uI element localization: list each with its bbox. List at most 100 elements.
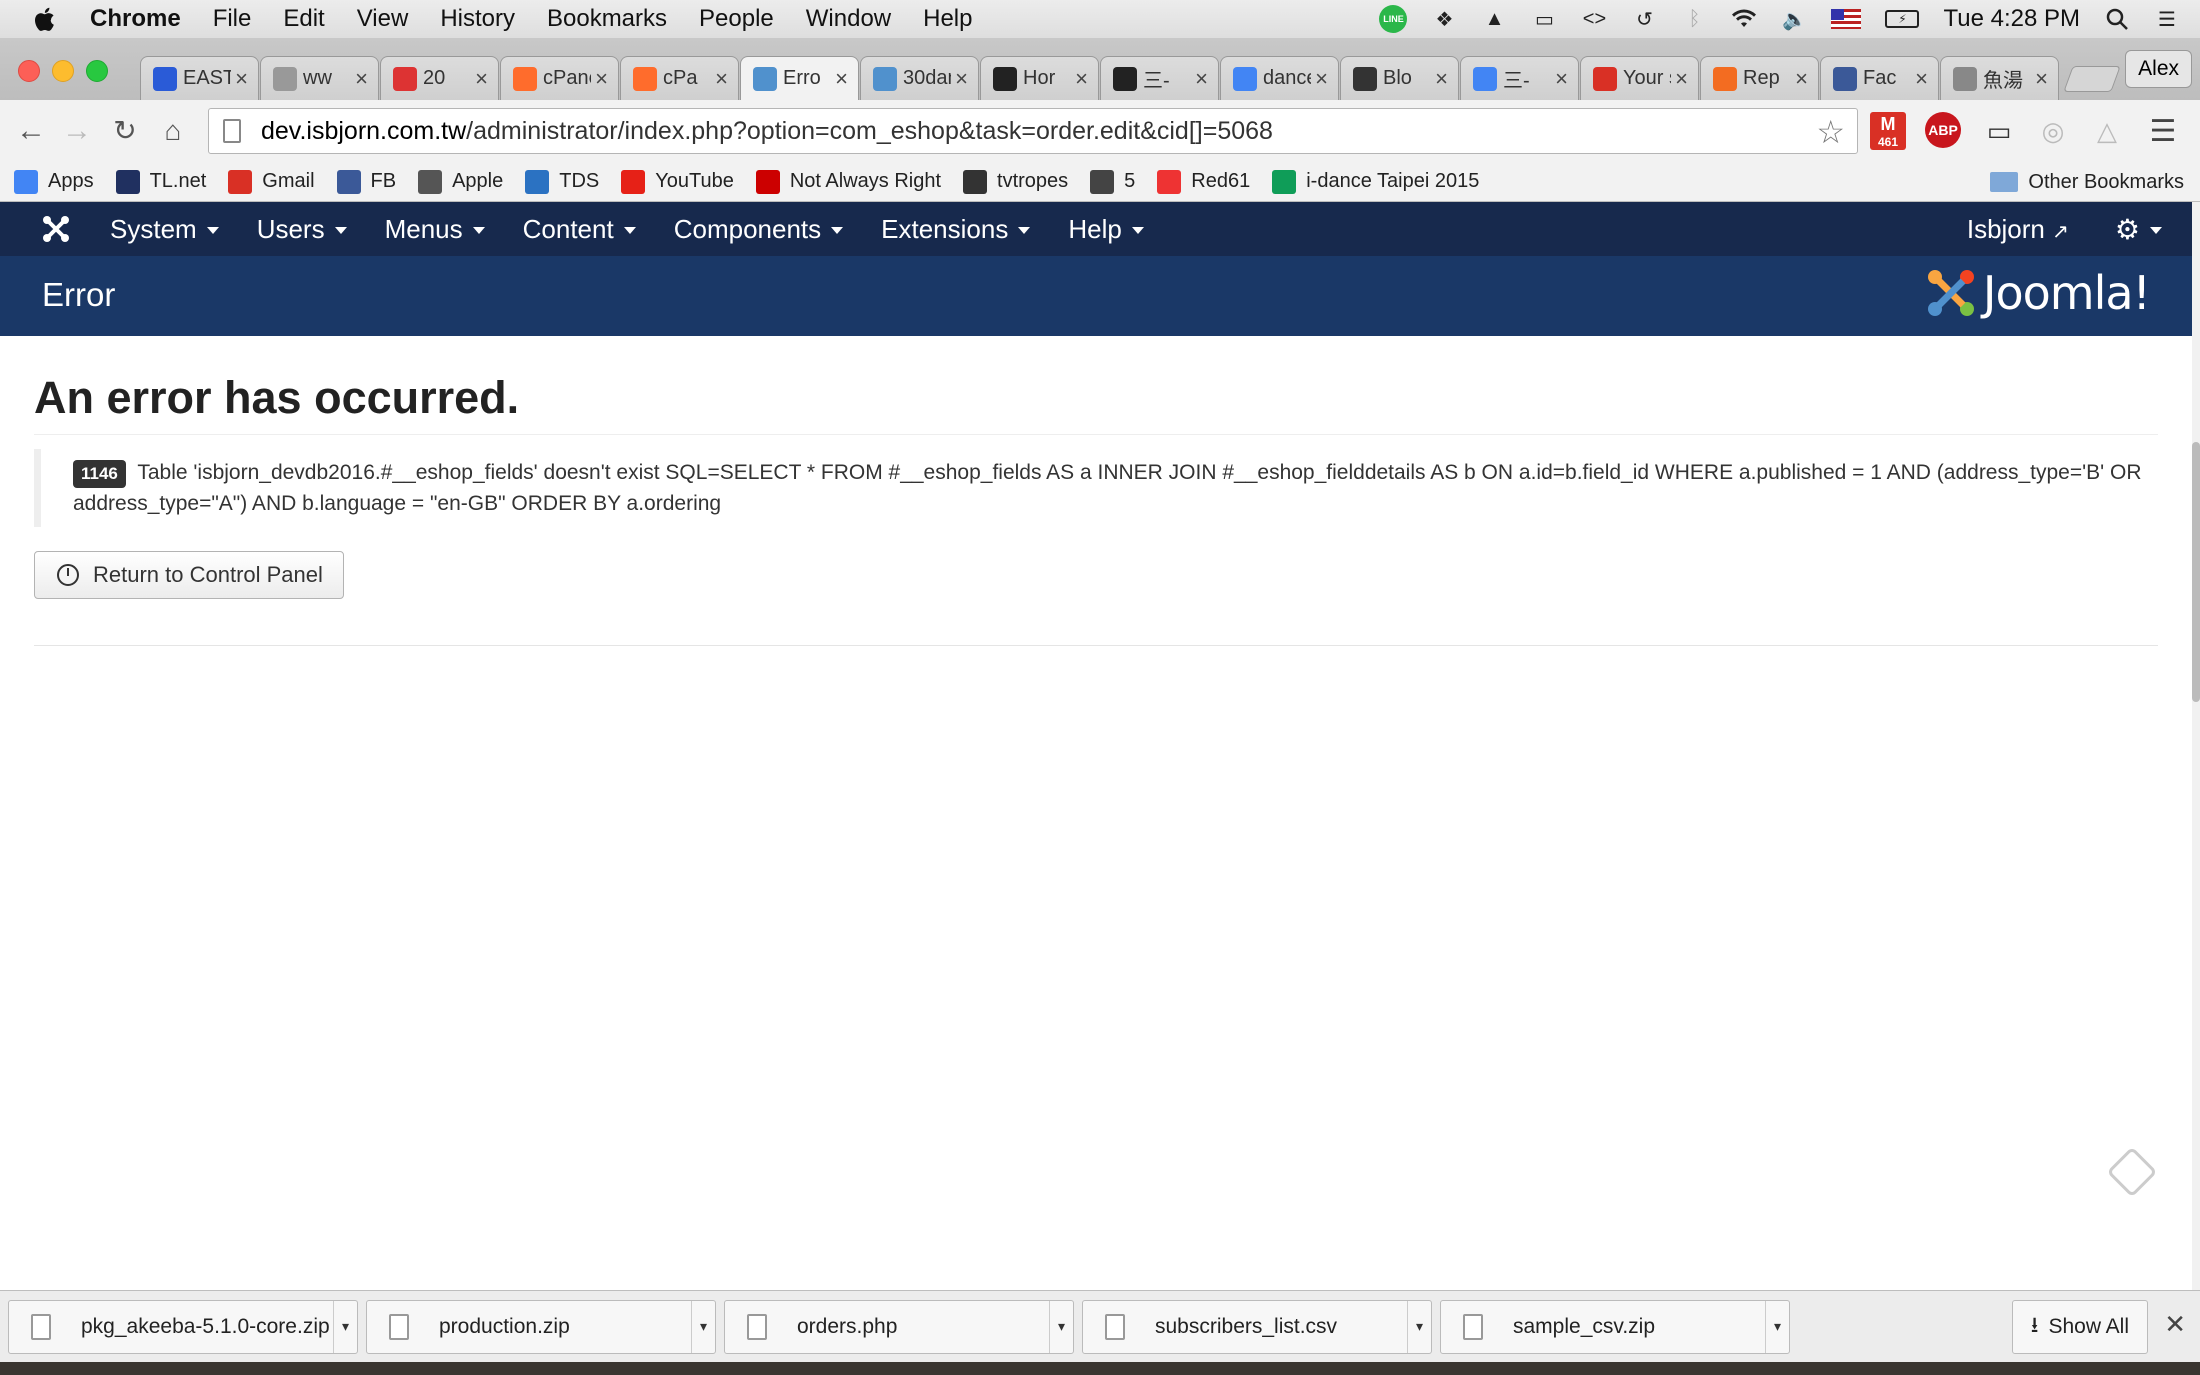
window-zoom-button[interactable] bbox=[86, 60, 108, 82]
other-bookmarks[interactable]: Other Bookmarks bbox=[1990, 162, 2184, 202]
new-tab-button[interactable] bbox=[2063, 66, 2121, 92]
bookmark-item[interactable]: Not Always Right bbox=[755, 169, 941, 194]
tab[interactable]: cPane× bbox=[500, 56, 619, 100]
nav-content[interactable]: Content bbox=[523, 214, 636, 245]
download-item[interactable]: pkg_akeeba-5.1.0-core.zip ▾ bbox=[8, 1299, 358, 1354]
tab[interactable]: cPa × bbox=[620, 56, 739, 100]
home-icon[interactable]: ⌂ bbox=[156, 114, 190, 148]
clock[interactable]: Tue 4:28 PM bbox=[1943, 5, 2080, 33]
spotlight-search-icon[interactable] bbox=[2104, 7, 2130, 31]
tab[interactable]: EASTE× bbox=[140, 56, 259, 100]
adblock-plus-icon[interactable]: ABP bbox=[1925, 112, 1961, 148]
menu-view[interactable]: View bbox=[357, 5, 409, 33]
download-item[interactable]: sample_csv.zip ▾ bbox=[1440, 1299, 1790, 1354]
nav-components[interactable]: Components bbox=[674, 214, 844, 245]
tab-close-icon[interactable]: × bbox=[1075, 66, 1088, 92]
tab[interactable]: 三- × bbox=[1100, 56, 1219, 100]
tab-close-icon[interactable]: × bbox=[1675, 66, 1688, 92]
tab-close-icon[interactable]: × bbox=[1915, 66, 1928, 92]
close-downloads-bar-icon[interactable]: ✕ bbox=[2164, 1309, 2186, 1340]
bookmark-item[interactable]: Red61 bbox=[1157, 169, 1250, 194]
time-machine-icon[interactable]: ↺ bbox=[1631, 7, 1657, 31]
user-settings-menu[interactable]: ⚙ bbox=[2115, 213, 2162, 246]
bookmark-item[interactable]: TL.net bbox=[115, 169, 206, 194]
tab[interactable]: 30dan× bbox=[860, 56, 979, 100]
line-icon[interactable]: LINE bbox=[1379, 5, 1408, 33]
menu-chrome[interactable]: Chrome bbox=[90, 5, 181, 33]
download-options-dropdown-icon[interactable]: ▾ bbox=[691, 1300, 715, 1353]
bookmark-item[interactable]: Gmail bbox=[228, 169, 315, 194]
bookmark-item[interactable]: TDS bbox=[525, 169, 599, 194]
menu-file[interactable]: File bbox=[213, 5, 252, 33]
menu-history[interactable]: History bbox=[440, 5, 515, 33]
tab-close-icon[interactable]: × bbox=[1315, 66, 1328, 92]
address-bar[interactable]: dev.isbjorn.com.tw/administrator/index.p… bbox=[208, 108, 1858, 154]
tab-close-icon[interactable]: × bbox=[715, 66, 728, 92]
menu-help[interactable]: Help bbox=[923, 5, 972, 33]
download-item[interactable]: orders.php ▾ bbox=[724, 1299, 1074, 1354]
tab[interactable]: Your s× bbox=[1580, 56, 1699, 100]
tab[interactable]: 20 × bbox=[380, 56, 499, 100]
site-link[interactable]: Isbjorn ↗ bbox=[1967, 214, 2069, 245]
tab[interactable]: Blo × bbox=[1340, 56, 1459, 100]
download-options-dropdown-icon[interactable]: ▾ bbox=[1049, 1300, 1073, 1353]
window-minimize-button[interactable] bbox=[52, 60, 74, 82]
nav-extensions[interactable]: Extensions bbox=[881, 214, 1031, 245]
code-icon[interactable]: <> bbox=[1581, 7, 1607, 31]
wifi-icon[interactable] bbox=[1731, 7, 1757, 31]
download-item[interactable]: production.zip ▾ bbox=[366, 1299, 716, 1354]
tab-close-icon[interactable]: × bbox=[1555, 66, 1568, 92]
tab[interactable]: ww × bbox=[260, 56, 379, 100]
tab-close-icon[interactable]: × bbox=[1795, 66, 1808, 92]
download-options-dropdown-icon[interactable]: ▾ bbox=[333, 1300, 357, 1353]
bookmark-item[interactable]: YouTube bbox=[621, 169, 734, 194]
gmail-checker-icon[interactable]: M 461 bbox=[1870, 112, 1906, 150]
corner-widget-icon[interactable] bbox=[2106, 1146, 2158, 1198]
download-options-dropdown-icon[interactable]: ▾ bbox=[1407, 1300, 1431, 1353]
tab-active[interactable]: Erro × bbox=[740, 56, 859, 100]
back-arrow-icon[interactable]: ← bbox=[14, 114, 48, 148]
menu-people[interactable]: People bbox=[699, 5, 774, 33]
show-all-downloads-button[interactable]: ⭳ Show All bbox=[2011, 1300, 2148, 1354]
bookmark-star-icon[interactable]: ☆ bbox=[1816, 113, 1845, 151]
download-options-dropdown-icon[interactable]: ▾ bbox=[1765, 1300, 1789, 1353]
dropbox-icon[interactable]: ❖ bbox=[1431, 7, 1457, 31]
tab[interactable]: Hor × bbox=[980, 56, 1099, 100]
nav-system[interactable]: System bbox=[110, 214, 219, 245]
menu-bookmarks[interactable]: Bookmarks bbox=[547, 5, 667, 33]
joomla-logo-icon[interactable] bbox=[36, 209, 76, 249]
bookmark-item[interactable]: Apple bbox=[418, 169, 503, 194]
battery-charging-icon[interactable]: ⚡ bbox=[1885, 10, 1920, 28]
bluetooth-icon[interactable]: ᛒ bbox=[1681, 7, 1707, 31]
volume-icon[interactable]: 🔈 bbox=[1781, 7, 1807, 31]
notification-center-icon[interactable]: ☰ bbox=[2154, 7, 2180, 31]
nav-help[interactable]: Help bbox=[1068, 214, 1144, 245]
bookmark-item[interactable]: i-dance Taipei 2015 bbox=[1272, 169, 1479, 194]
scrollbar-thumb[interactable] bbox=[2192, 442, 2200, 702]
tab[interactable]: Fac × bbox=[1820, 56, 1939, 100]
tab-close-icon[interactable]: × bbox=[235, 66, 248, 92]
window-close-button[interactable] bbox=[18, 60, 40, 82]
tab-close-icon[interactable]: × bbox=[1435, 66, 1448, 92]
nav-users[interactable]: Users bbox=[257, 214, 347, 245]
nav-menus[interactable]: Menus bbox=[385, 214, 485, 245]
tab-close-icon[interactable]: × bbox=[835, 66, 848, 92]
tab-close-icon[interactable]: × bbox=[1195, 66, 1208, 92]
menu-window[interactable]: Window bbox=[806, 5, 891, 33]
tab[interactable]: 三- × bbox=[1460, 56, 1579, 100]
download-item[interactable]: subscribers_list.csv ▾ bbox=[1082, 1299, 1432, 1354]
page-info-icon[interactable] bbox=[223, 119, 241, 143]
google-drive-extension-icon[interactable]: △ bbox=[2090, 112, 2124, 150]
tab-close-icon[interactable]: × bbox=[355, 66, 368, 92]
reload-icon[interactable]: ↻ bbox=[108, 114, 142, 148]
airplay-icon[interactable]: ▭ bbox=[1531, 7, 1557, 31]
tab[interactable]: 魚湯 × bbox=[1940, 56, 2059, 100]
tab-close-icon[interactable]: × bbox=[595, 66, 608, 92]
bookmark-item[interactable]: Apps bbox=[14, 169, 94, 194]
us-flag-icon[interactable] bbox=[1831, 9, 1862, 29]
forward-arrow-icon[interactable]: → bbox=[60, 114, 94, 148]
menu-edit[interactable]: Edit bbox=[283, 5, 324, 33]
tab[interactable]: dance× bbox=[1220, 56, 1339, 100]
bookmark-item[interactable]: 5 bbox=[1090, 169, 1135, 194]
page-scrollbar[interactable] bbox=[2192, 202, 2200, 1290]
